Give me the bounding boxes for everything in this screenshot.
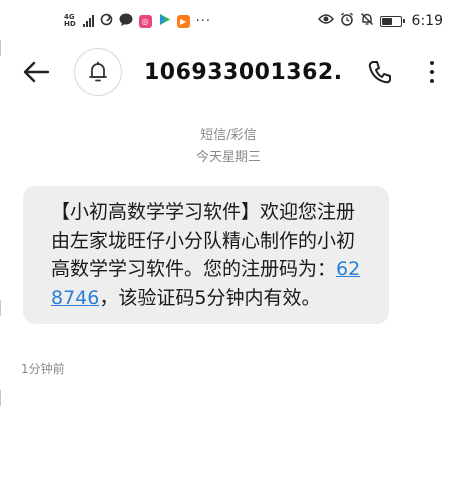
- network-type-bottom: HD: [64, 20, 76, 28]
- alarm-icon: [340, 12, 354, 30]
- status-left: 4G HD ◎ ▶ ···: [64, 13, 211, 30]
- swirl-app-icon: [100, 13, 113, 30]
- message-type-label: 短信/彩信: [200, 128, 257, 143]
- phone-icon: [368, 61, 391, 84]
- clock-time: 6:19: [411, 13, 443, 29]
- video-app-icon: ▶: [176, 14, 190, 28]
- mute-bell-icon: [360, 12, 374, 30]
- message-text-before-code: 【小初高数学学习软件】欢迎您注册由左家垅旺仔小分队精心制作的小初高数学学习软件。…: [51, 201, 356, 280]
- eye-icon: [317, 13, 334, 29]
- message-text-after-code: ，该验证码5分钟内有效。: [99, 286, 321, 309]
- date-label: 今天星期三: [195, 150, 261, 165]
- chat-app-icon: [119, 13, 133, 30]
- more-vertical-icon: [430, 61, 434, 65]
- status-right: 6:19: [317, 12, 443, 30]
- bell-icon: [89, 61, 107, 82]
- message-timestamp: 1分钟前: [21, 362, 65, 376]
- play-app-icon: [158, 13, 171, 30]
- edge-mark: [0, 40, 3, 56]
- more-options-button[interactable]: [418, 56, 446, 88]
- contact-name[interactable]: 10693300136​2...: [144, 60, 344, 85]
- contact-avatar[interactable]: [74, 48, 122, 96]
- network-type-label: 4G HD: [64, 14, 76, 28]
- more-notifications-dots: ···: [195, 13, 212, 29]
- call-button[interactable]: [364, 56, 396, 88]
- pink-app-icon: ◎: [138, 14, 152, 28]
- conversation-header: 10693300136​2...: [0, 42, 457, 102]
- message-bubble[interactable]: 【小初高数学学习软件】欢迎您注册由左家垅旺仔小分队精心制作的小初高数学学习软件。…: [23, 186, 389, 324]
- back-arrow-icon: [23, 61, 49, 83]
- back-button[interactable]: [20, 56, 52, 88]
- battery-fill: [381, 17, 392, 25]
- messaging-screen: 4G HD ◎ ▶ ···: [0, 0, 457, 502]
- battery-icon: [379, 15, 405, 27]
- status-bar: 4G HD ◎ ▶ ··· 6:19: [0, 0, 457, 42]
- edge-mark: [0, 390, 3, 406]
- edge-mark: [0, 300, 3, 316]
- signal-icon: [82, 15, 94, 27]
